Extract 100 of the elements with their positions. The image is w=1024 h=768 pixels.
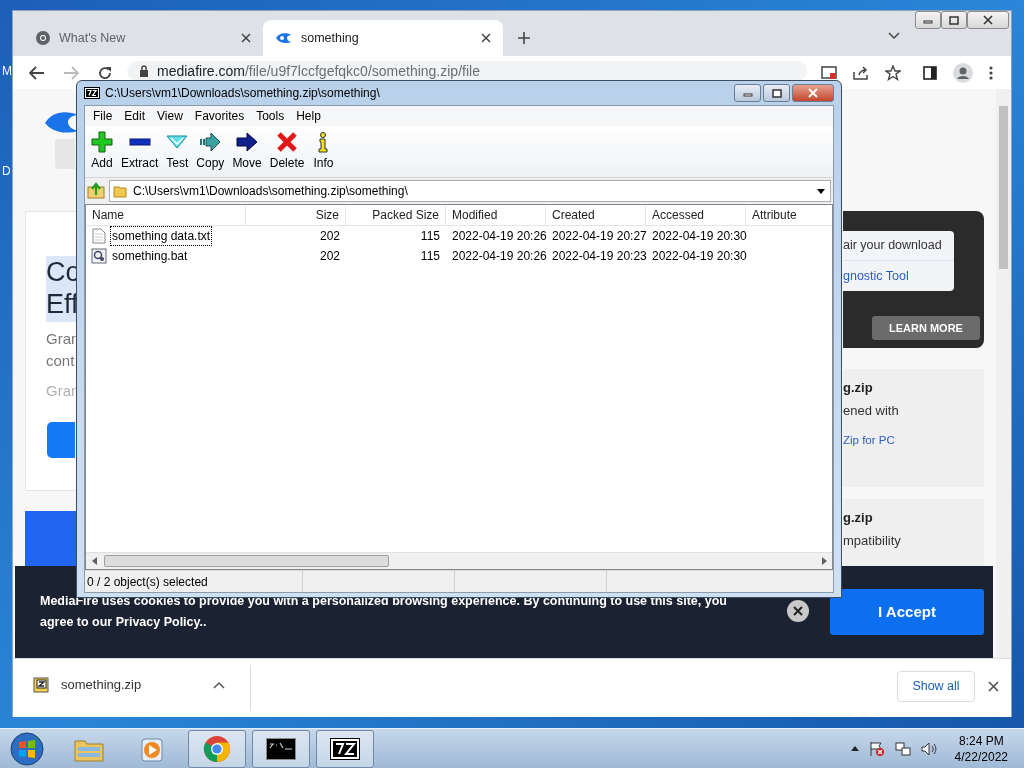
maximize-button[interactable] xyxy=(763,84,790,102)
column-header[interactable]: Size xyxy=(246,205,346,225)
column-header[interactable]: Attribute xyxy=(746,205,832,225)
toolbar-button[interactable]: Move xyxy=(228,131,266,175)
toolbar-button[interactable]: Info xyxy=(308,131,339,175)
flag-icon[interactable] xyxy=(868,740,885,757)
terminal-icon xyxy=(266,737,296,760)
horizontal-scrollbar[interactable] xyxy=(86,552,832,569)
card-text: g.zip xyxy=(843,379,873,397)
profile-icon[interactable] xyxy=(953,62,973,83)
table-cell-text: 115 xyxy=(420,248,440,265)
menu-item[interactable]: Favorites xyxy=(188,107,251,125)
arrow-icon xyxy=(199,131,222,153)
tab-search-icon[interactable] xyxy=(888,32,900,40)
taskbar-button[interactable] xyxy=(316,729,374,768)
app-icon xyxy=(84,87,100,99)
card-text: mpatibility xyxy=(843,532,901,550)
menu-item[interactable]: View xyxy=(151,107,189,125)
toolbar-button[interactable]: Copy xyxy=(192,131,229,175)
maximize-icon xyxy=(771,88,782,98)
table-cell-text: 2022-04-19 20:30 xyxy=(652,248,747,265)
table-cell-text: 202 xyxy=(319,228,340,245)
table-cell-text: 2022-04-19 20:27 xyxy=(552,228,647,245)
toolbar-button[interactable]: Delete xyxy=(265,131,309,175)
start-button[interactable] xyxy=(10,731,44,766)
file-name: something.bat xyxy=(111,248,189,265)
url-text: mediafire.com/file/u9f7lccfgefqkc0/something.zip/file xyxy=(157,61,480,81)
text-file-icon xyxy=(91,228,107,244)
menu-icon[interactable] xyxy=(989,65,993,80)
lock-icon xyxy=(139,65,149,77)
file-row[interactable]: something data.txt 202 115 2022-04-19 20:26 2022-04-19 20:27 2022-04-19 20:30 xyxy=(86,226,832,246)
file-name: something data.txt xyxy=(110,226,213,246)
menu-item[interactable]: Help xyxy=(290,107,327,125)
taskbar-button[interactable] xyxy=(252,729,310,768)
show-all-button[interactable]: Show all xyxy=(897,671,975,702)
maximize-icon xyxy=(949,15,959,25)
menu-item[interactable]: Tools xyxy=(250,107,291,125)
maximize-button[interactable] xyxy=(941,11,967,29)
toolbar-button[interactable]: Add xyxy=(87,131,117,175)
table-cell-text: 2022-04-19 20:26 xyxy=(452,228,547,245)
column-header[interactable]: Name xyxy=(86,205,246,225)
heading-fragment: Eff xyxy=(46,288,79,322)
accept-button[interactable]: I Accept xyxy=(830,589,984,635)
column-header[interactable]: Packed Size xyxy=(346,205,446,225)
blocked-popup-icon[interactable] xyxy=(821,65,837,80)
toolbar-button[interactable]: Test xyxy=(162,131,193,175)
minimize-button[interactable] xyxy=(734,84,761,102)
window-title: C:\Users\vm1\Downloads\something.zip\something\ xyxy=(105,85,380,102)
dropdown-caret-icon xyxy=(817,188,825,194)
column-header[interactable]: Accessed xyxy=(646,205,746,225)
scrollbar-thumb[interactable] xyxy=(999,106,1008,269)
reload-icon[interactable] xyxy=(97,64,113,81)
table-cell-text: 115 xyxy=(420,228,440,245)
file-row[interactable]: something.bat 202 115 2022-04-19 20:26 2022-04-19 20:23 2022-04-19 20:30 xyxy=(86,246,832,266)
bookmark-star-icon[interactable] xyxy=(885,64,901,81)
browser-tab[interactable]: something xyxy=(263,20,503,56)
promo-text: air your download xyxy=(843,231,954,261)
show-hidden-icons-icon[interactable] xyxy=(850,746,859,751)
caret-up-icon[interactable] xyxy=(213,680,225,689)
x-icon xyxy=(276,131,299,153)
desktop-icon-label: M xyxy=(2,63,12,80)
download-name[interactable]: something.zip xyxy=(61,675,201,695)
menu-item[interactable]: Edit xyxy=(118,107,152,125)
close-button[interactable] xyxy=(792,84,834,102)
chrome-logo-icon xyxy=(35,30,51,46)
close-icon[interactable] xyxy=(241,33,251,43)
status-text: 0 / 2 object(s) selected xyxy=(85,571,303,592)
logo-icon xyxy=(45,109,79,135)
scrollbar[interactable] xyxy=(996,89,1011,658)
close-icon[interactable] xyxy=(481,33,491,43)
new-tab-icon[interactable] xyxy=(517,31,531,45)
network-icon[interactable] xyxy=(894,740,911,757)
close-icon xyxy=(983,15,993,25)
menu-item[interactable]: File xyxy=(87,107,119,125)
card-text: g.zip xyxy=(843,509,873,527)
clock-date[interactable]: 4/22/2022 xyxy=(954,748,1008,765)
back-icon[interactable] xyxy=(29,65,45,80)
minimize-button[interactable] xyxy=(915,11,941,29)
browser-tab[interactable]: What's New xyxy=(23,20,263,56)
scrollbar-thumb[interactable] xyxy=(104,555,389,567)
address-bar[interactable]: mediafire.com/file/u9f7lccfgefqkc0/something.zip/file xyxy=(127,61,807,81)
column-header[interactable]: Modified xyxy=(446,205,546,225)
plus-icon xyxy=(91,131,113,153)
desktop-icon-label: D xyxy=(2,163,11,180)
clock-time[interactable]: 8:24 PM xyxy=(958,732,1004,749)
close-button[interactable] xyxy=(967,11,1009,29)
path-field[interactable]: C:\Users\vm1\Downloads\something.zip\something\ xyxy=(109,180,831,202)
archive-file-icon xyxy=(33,676,49,693)
toolbar-button[interactable]: Extract xyxy=(117,131,163,175)
table-cell-text: 2022-04-19 20:30 xyxy=(652,228,747,245)
learn-more-button[interactable]: LEARN MORE xyxy=(872,316,980,340)
close-icon[interactable] xyxy=(787,600,809,622)
folder-up-icon[interactable] xyxy=(87,182,105,200)
column-header[interactable]: Created xyxy=(546,205,646,225)
card-link[interactable]: Zip for PC xyxy=(843,432,895,450)
side-panel-icon[interactable] xyxy=(923,65,937,80)
share-icon[interactable] xyxy=(853,65,869,80)
close-icon[interactable] xyxy=(988,681,999,692)
speaker-icon[interactable] xyxy=(920,740,937,757)
promo-link[interactable]: gnostic Tool xyxy=(843,261,954,291)
